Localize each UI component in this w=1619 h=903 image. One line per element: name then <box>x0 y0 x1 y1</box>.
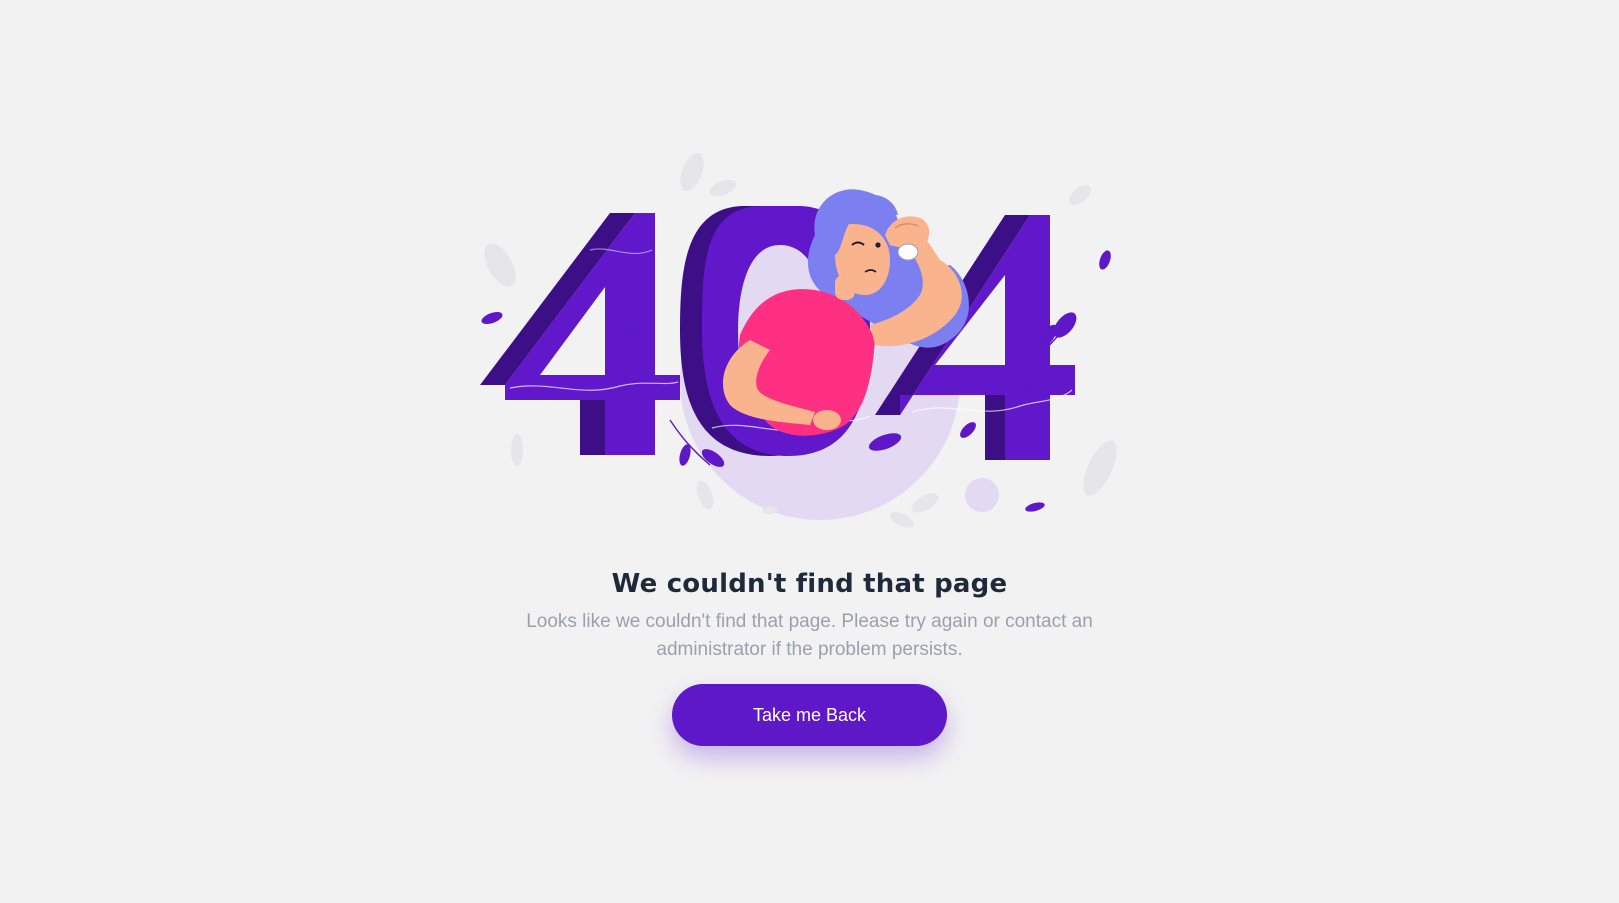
decor-dot <box>965 478 999 512</box>
404-woman-illustration <box>480 152 1117 528</box>
error-description: Looks like we couldn't find that page. P… <box>526 611 1093 660</box>
error-message-block: We couldn't find that page Looks like we… <box>0 566 1619 664</box>
error-title: We couldn't find that page <box>611 569 1008 599</box>
take-me-back-button[interactable]: Take me Back <box>672 684 947 746</box>
digit-four-left <box>480 213 680 455</box>
404-illustration <box>480 150 1140 540</box>
